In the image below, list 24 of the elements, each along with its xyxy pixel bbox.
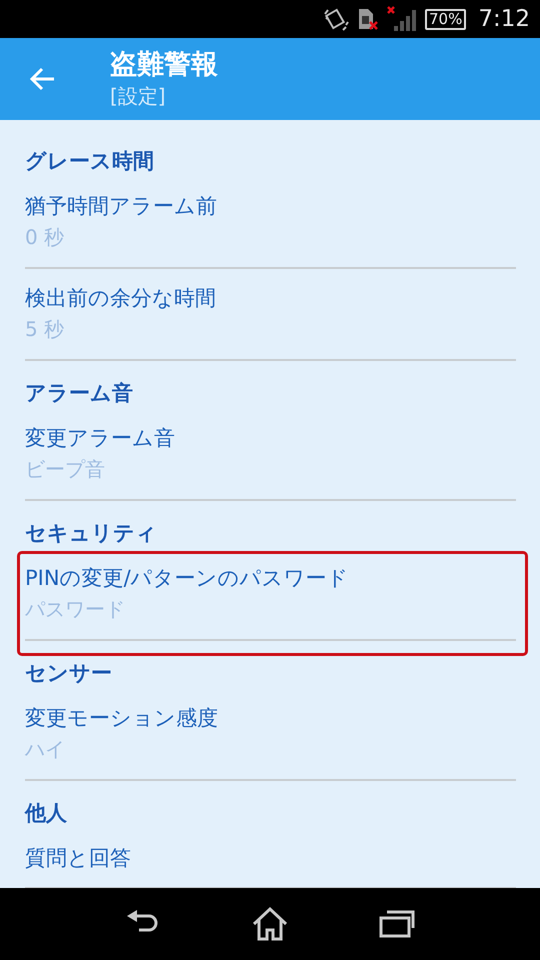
setting-value: ビープ音 bbox=[25, 456, 105, 483]
screen-subtitle: [設定] bbox=[110, 83, 167, 110]
setting-title[interactable]: 変更モーション感度 bbox=[25, 703, 218, 733]
setting-title[interactable]: 質問と回答 bbox=[25, 843, 131, 873]
section-header: グレース時間 bbox=[24, 148, 155, 175]
section-header: センサー bbox=[24, 660, 113, 687]
setting-value: ハイ bbox=[25, 736, 65, 763]
back-arrow-icon[interactable] bbox=[28, 65, 56, 93]
battery-level: 70% bbox=[425, 8, 466, 30]
section-header: セキュリティ bbox=[24, 520, 158, 547]
setting-title[interactable]: 検出前の余分な時間 bbox=[25, 283, 216, 313]
setting-title[interactable]: 猶予時間アラーム前 bbox=[25, 191, 217, 221]
signal-icon bbox=[387, 6, 417, 32]
setting-title[interactable]: PINの変更/パターンのパスワード bbox=[25, 563, 349, 593]
setting-title[interactable]: 変更アラーム音 bbox=[25, 423, 175, 453]
setting-value: 0 秒 bbox=[25, 224, 64, 251]
vibrate-icon bbox=[323, 6, 349, 32]
setting-value: パスワード bbox=[25, 596, 125, 623]
setting-value: 5 秒 bbox=[25, 316, 64, 343]
app-title: 盗難警報 bbox=[110, 48, 218, 82]
sim-card-icon bbox=[357, 7, 379, 31]
clock-time: 7:12 bbox=[478, 6, 530, 32]
section-header: アラーム音 bbox=[24, 380, 134, 407]
section-header: 他人 bbox=[24, 800, 68, 827]
